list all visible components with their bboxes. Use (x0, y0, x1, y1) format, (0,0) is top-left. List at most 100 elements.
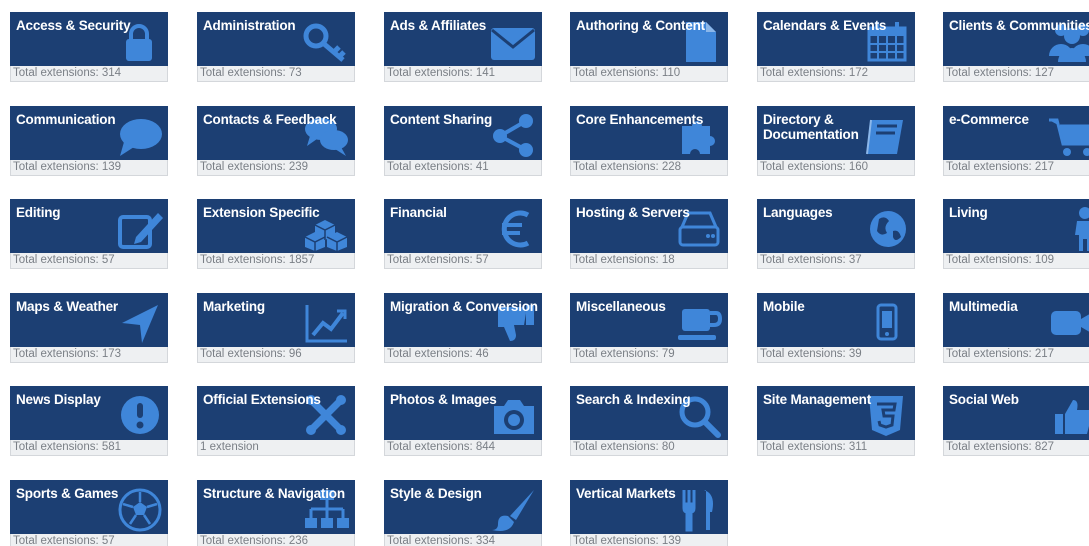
category-title[interactable]: Migration & Conversion (390, 299, 538, 314)
category-tile-video-camera[interactable]: Multimedia Total extensions: 217 (943, 293, 1089, 363)
category-tile-mobile-phone[interactable]: Mobile Total extensions: 39 (757, 293, 915, 363)
category-tile-book[interactable]: Directory & Documentation Total extension… (757, 106, 915, 176)
category-header[interactable]: Maps & Weather (10, 293, 168, 347)
category-header[interactable]: Calendars & Events (757, 12, 915, 66)
category-tile-hard-drive[interactable]: Hosting & Servers Total extensions: 18 (570, 199, 728, 269)
category-tile-share[interactable]: Content Sharing Total extensions: 41 (384, 106, 542, 176)
category-title[interactable]: Calendars & Events (763, 18, 886, 33)
category-tile-camera[interactable]: Photos & Images Total extensions: 844 (384, 386, 542, 456)
category-header[interactable]: Communication (10, 106, 168, 160)
category-title[interactable]: Financial (390, 205, 447, 220)
category-title[interactable]: Clients & Communities (949, 18, 1089, 33)
category-title[interactable]: e-Commerce (949, 112, 1029, 127)
category-tile-thumbs-up[interactable]: Social Web Total extensions: 827 (943, 386, 1089, 456)
category-header[interactable]: Official Extensions (197, 386, 355, 440)
category-tile-paintbrush[interactable]: Style & Design Total extensions: 334 (384, 480, 542, 546)
category-tile-globe[interactable]: Languages Total extensions: 37 (757, 199, 915, 269)
category-title[interactable]: Access & Security (16, 18, 131, 33)
category-header[interactable]: Sports & Games (10, 480, 168, 534)
category-title[interactable]: Contacts & Feedback (203, 112, 337, 127)
category-title[interactable]: Style & Design (390, 486, 482, 501)
category-header[interactable]: Financial (384, 199, 542, 253)
category-title[interactable]: Extension Specific (203, 205, 320, 220)
category-tile-shopping-cart[interactable]: e-Commerce Total extensions: 217 (943, 106, 1089, 176)
category-title[interactable]: Miscellaneous (576, 299, 666, 314)
category-title[interactable]: Directory & Documentation (763, 112, 859, 142)
category-tile-person[interactable]: Living Total extensions: 109 (943, 199, 1089, 269)
category-header[interactable]: Administration (197, 12, 355, 66)
category-title[interactable]: Authoring & Content (576, 18, 705, 33)
category-tile-search[interactable]: Search & Indexing Total extensions: 80 (570, 386, 728, 456)
category-title[interactable]: Official Extensions (203, 392, 321, 407)
category-header[interactable]: News Display (10, 386, 168, 440)
category-tile-html5[interactable]: Site Management Total extensions: 311 (757, 386, 915, 456)
category-tile-thumbs-down[interactable]: Migration & Conversion Total extensions: … (384, 293, 542, 363)
category-header[interactable]: Languages (757, 199, 915, 253)
category-tile-document[interactable]: Authoring & Content Total extensions: 110 (570, 12, 728, 82)
category-tile-chat-bubbles[interactable]: Contacts & Feedback Total extensions: 239 (197, 106, 355, 176)
category-header[interactable]: Clients & Communities (943, 12, 1089, 66)
category-header[interactable]: Photos & Images (384, 386, 542, 440)
category-header[interactable]: Directory & Documentation (757, 106, 915, 160)
category-header[interactable]: Mobile (757, 293, 915, 347)
category-header[interactable]: Access & Security (10, 12, 168, 66)
category-tile-padlock[interactable]: Access & Security Total extensions: 314 (10, 12, 168, 82)
category-tile-cutlery[interactable]: Vertical Markets Total extensions: 139 (570, 480, 728, 546)
category-tile-speech-bubble[interactable]: Communication Total extensions: 139 (10, 106, 168, 176)
category-title[interactable]: Sports & Games (16, 486, 118, 501)
category-title[interactable]: Hosting & Servers (576, 205, 690, 220)
category-title[interactable]: Structure & Navigation (203, 486, 345, 501)
category-title[interactable]: Social Web (949, 392, 1019, 407)
category-title[interactable]: Content Sharing (390, 112, 492, 127)
category-title[interactable]: Languages (763, 205, 833, 220)
category-title[interactable]: Maps & Weather (16, 299, 118, 314)
category-title[interactable]: Site Management (763, 392, 871, 407)
category-header[interactable]: Ads & Affiliates (384, 12, 542, 66)
category-tile-joomla-logo[interactable]: Official Extensions 1 extension (197, 386, 355, 456)
category-tile-euro[interactable]: Financial Total extensions: 57 (384, 199, 542, 269)
category-tile-edit[interactable]: Editing Total extensions: 57 (10, 199, 168, 269)
category-tile-calendar[interactable]: Calendars & Events Total extensions: 172 (757, 12, 915, 82)
category-title[interactable]: Living (949, 205, 988, 220)
category-header[interactable]: Living (943, 199, 1089, 253)
category-tile-key[interactable]: Administration Total extensions: 73 (197, 12, 355, 82)
category-title[interactable]: Editing (16, 205, 61, 220)
category-tile-location-arrow[interactable]: Maps & Weather Total extensions: 173 (10, 293, 168, 363)
category-tile-envelope[interactable]: Ads & Affiliates Total extensions: 141 (384, 12, 542, 82)
category-header[interactable]: Content Sharing (384, 106, 542, 160)
category-header[interactable]: Site Management (757, 386, 915, 440)
category-tile-cubes[interactable]: Extension Specific Total extensions: 1857 (197, 199, 355, 269)
category-header[interactable]: Style & Design (384, 480, 542, 534)
category-header[interactable]: Core Enhancements (570, 106, 728, 160)
category-header[interactable]: Search & Indexing (570, 386, 728, 440)
category-title[interactable]: Search & Indexing (576, 392, 691, 407)
category-title[interactable]: Administration (203, 18, 296, 33)
category-header[interactable]: Vertical Markets (570, 480, 728, 534)
category-header[interactable]: Editing (10, 199, 168, 253)
category-title[interactable]: Ads & Affiliates (390, 18, 486, 33)
category-title[interactable]: Multimedia (949, 299, 1018, 314)
category-tile-exclamation[interactable]: News Display Total extensions: 581 (10, 386, 168, 456)
category-title[interactable]: Photos & Images (390, 392, 497, 407)
category-header[interactable]: Authoring & Content (570, 12, 728, 66)
category-header[interactable]: Multimedia (943, 293, 1089, 347)
category-header[interactable]: Hosting & Servers (570, 199, 728, 253)
category-title[interactable]: Mobile (763, 299, 805, 314)
category-header[interactable]: Extension Specific (197, 199, 355, 253)
category-tile-line-chart[interactable]: Marketing Total extensions: 96 (197, 293, 355, 363)
category-header[interactable]: Migration & Conversion (384, 293, 542, 347)
category-tile-users[interactable]: Clients & Communities Total extensions: 1… (943, 12, 1089, 82)
category-tile-coffee-cup[interactable]: Miscellaneous Total extensions: 79 (570, 293, 728, 363)
category-header[interactable]: Miscellaneous (570, 293, 728, 347)
category-header[interactable]: e-Commerce (943, 106, 1089, 160)
category-title[interactable]: Communication (16, 112, 116, 127)
category-title[interactable]: Marketing (203, 299, 265, 314)
category-header[interactable]: Marketing (197, 293, 355, 347)
category-header[interactable]: Structure & Navigation (197, 480, 355, 534)
category-header[interactable]: Contacts & Feedback (197, 106, 355, 160)
category-title[interactable]: Vertical Markets (576, 486, 676, 501)
category-tile-puzzle[interactable]: Core Enhancements Total extensions: 228 (570, 106, 728, 176)
category-header[interactable]: Social Web (943, 386, 1089, 440)
category-tile-sitemap[interactable]: Structure & Navigation Total extensions: … (197, 480, 355, 546)
category-title[interactable]: Core Enhancements (576, 112, 703, 127)
